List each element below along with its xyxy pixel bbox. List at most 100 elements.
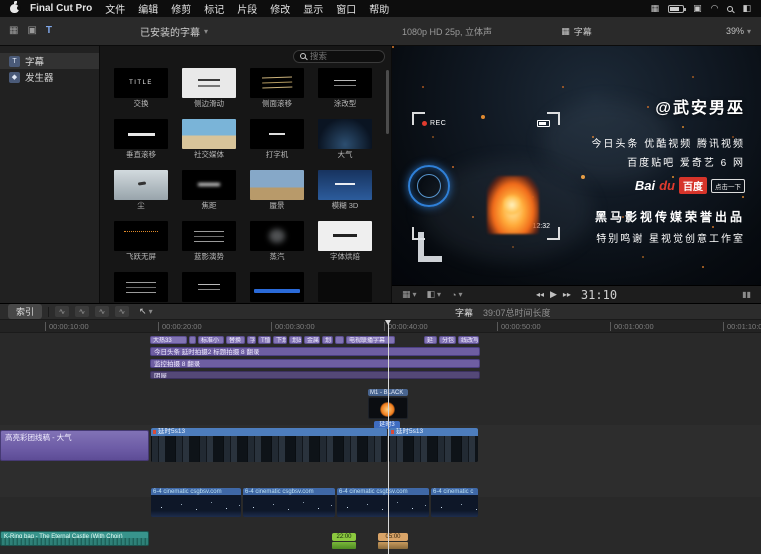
title-template[interactable]: 社交媒体	[182, 119, 236, 159]
title-template[interactable]	[114, 272, 168, 303]
title-clip[interactable]	[189, 336, 196, 344]
zoom-control[interactable]: 39% ▾	[592, 26, 751, 36]
title-template[interactable]	[182, 272, 236, 303]
skip-back-button[interactable]: ◂◂	[536, 290, 544, 299]
storyline-clip[interactable]: 监控拍摄 8 翻录	[150, 359, 480, 368]
timeline-tracks[interactable]: 大热33标准小替换字T恤下划划出金属划电视联播字幕延分包线改写分今日头条 延时拍…	[0, 333, 761, 554]
storyline-clip[interactable]: 今日头条 延时拍摄2 标题拍摄 8 翻录	[150, 347, 480, 356]
control-center-icon[interactable]: ◧	[742, 4, 751, 13]
photos-audio-icon[interactable]: ▣	[27, 26, 36, 36]
fcp-window: Final Cut Pro 文件编辑修剪标记片段修改显示窗口帮助 ▦ ▣ ◠ ◧ ▦ …	[0, 0, 761, 554]
display-icon[interactable]: ▦	[651, 4, 660, 13]
title-template[interactable]: 侧边滑动	[182, 68, 236, 108]
menu-item[interactable]: 标记	[204, 1, 224, 16]
appearance-icon-3[interactable]: ∿	[95, 306, 109, 317]
wifi-icon[interactable]: ◠	[711, 4, 719, 13]
title-clip[interactable]: 分包	[439, 336, 456, 344]
video-clip[interactable]: 延时5s13	[389, 428, 478, 462]
title-clip[interactable]: 下划	[273, 336, 287, 344]
appearance-icon-1[interactable]: ∿	[55, 306, 69, 317]
title-clip[interactable]: 延	[424, 336, 437, 344]
title-template[interactable]: 模糊 3D	[318, 170, 372, 210]
primary-title-clip[interactable]: 高亮彩团线稿 - 大气	[0, 430, 149, 461]
title-template[interactable]	[250, 272, 304, 303]
skip-forward-button[interactable]: ▸▸	[563, 290, 571, 299]
menu-item[interactable]: 文件	[105, 1, 125, 16]
template-name: 蒸汽	[250, 252, 304, 261]
title-clip[interactable]: 划	[322, 336, 333, 344]
menu-item[interactable]: 片段	[237, 1, 257, 16]
title-template[interactable]: 打字机	[250, 119, 304, 159]
connected-video-thumbnail	[337, 495, 429, 517]
mini-clip[interactable]	[378, 542, 408, 549]
menu-item[interactable]: 修改	[270, 1, 290, 16]
playhead[interactable]	[388, 320, 389, 554]
title-clip[interactable]: 标准小	[198, 336, 224, 344]
viewer-tab[interactable]: ▦ 字幕	[561, 25, 592, 38]
title-clip[interactable]: 金属	[304, 336, 320, 344]
title-template[interactable]: 涂改型	[318, 68, 372, 108]
storyline-clip[interactable]: 阴屋	[150, 371, 480, 379]
title-clip[interactable]: 大热33	[150, 336, 187, 344]
title-clip[interactable]: 字	[247, 336, 256, 344]
audio-meters-icon[interactable]: ▮▮	[742, 290, 751, 299]
menu-item[interactable]: 窗口	[336, 1, 356, 16]
connected-video-clip[interactable]: 6-4 cinematic csgbsv.com	[151, 488, 241, 517]
menu-item[interactable]: 编辑	[138, 1, 158, 16]
generators-icon: ◆	[9, 72, 20, 83]
appearance-icon-2[interactable]: ∿	[75, 306, 89, 317]
search-field[interactable]	[293, 50, 385, 63]
sidebar-item-发生器[interactable]: ◆发生器	[0, 69, 99, 85]
template-thumbnail	[318, 119, 372, 149]
title-template[interactable]: 大气	[318, 119, 372, 159]
title-template[interactable]: 侧面滚移	[250, 68, 304, 108]
title-template[interactable]: 焦距	[182, 170, 236, 210]
title-template[interactable]: 尘	[114, 170, 168, 210]
browser-scrollbar[interactable]	[386, 70, 389, 134]
tool-menu[interactable]: ↖▾	[139, 306, 153, 317]
apple-menu-icon[interactable]	[10, 4, 19, 13]
duration-badge: 22:00	[332, 533, 356, 541]
title-clip[interactable]: T恤	[258, 336, 271, 344]
play-button[interactable]: ▶	[550, 289, 557, 300]
mini-clip[interactable]	[332, 542, 356, 549]
input-source-icon[interactable]: ▣	[693, 4, 702, 13]
title-clip[interactable]: 线改写分	[458, 336, 479, 344]
menu-item[interactable]: 帮助	[369, 1, 389, 16]
media-sidebar-icon[interactable]: ▦	[9, 26, 18, 36]
viewer-canvas[interactable]: REC 12:32 @武安男巫 今日头条 优酷视频 腾讯视频 百度贴吧 爱奇艺 …	[392, 46, 761, 285]
title-clip[interactable]: 划出	[289, 336, 302, 344]
title-clip[interactable]	[335, 336, 344, 344]
thanks-credit-line: 特别鸣谢 星视觉创意工作室	[591, 230, 745, 245]
app-menu[interactable]: Final Cut Pro	[30, 3, 92, 14]
search-input[interactable]	[310, 51, 370, 61]
search-icon[interactable]	[727, 6, 733, 12]
timeline-ruler[interactable]: 00:00:10:0000:00:20:0000:00:30:0000:00:4…	[0, 320, 761, 333]
title-template[interactable]: 字体烘焙	[318, 221, 372, 261]
title-clip[interactable]: 替换	[226, 336, 245, 344]
title-template[interactable]: 蜃景	[250, 170, 304, 210]
titles-generators-icon[interactable]: T	[46, 26, 52, 36]
music-clip[interactable]: K-Ring bag - The Eternal Castle (With Ch…	[0, 531, 149, 546]
appearance-icon-4[interactable]: ∿	[115, 306, 129, 317]
title-template[interactable]: 飞跃无屏	[114, 221, 168, 261]
browser-title[interactable]: 已安装的字幕	[140, 24, 200, 39]
menu-item[interactable]: 修剪	[171, 1, 191, 16]
title-template[interactable]: 蒸汽	[250, 221, 304, 261]
sidebar-item-字幕[interactable]: T字幕	[0, 53, 99, 69]
title-template[interactable]: TITLE交换	[114, 68, 168, 108]
connected-video-clip[interactable]: 6-4 cinematic csgbsv.com	[337, 488, 429, 517]
title-template[interactable]	[318, 272, 372, 303]
template-name: 社交媒体	[182, 150, 236, 159]
index-button[interactable]: 索引	[8, 304, 42, 319]
battery-icon[interactable]	[668, 5, 684, 13]
connected-video-thumbnail	[151, 495, 241, 517]
video-clip[interactable]: 延时5s13	[151, 428, 387, 462]
title-template[interactable]: 垂直滚移	[114, 119, 168, 159]
menu-item[interactable]: 显示	[303, 1, 323, 16]
template-thumbnail	[182, 272, 236, 302]
connected-video-clip[interactable]: 6-4 cinematic c	[431, 488, 478, 517]
connected-video-clip[interactable]: 6-4 cinematic csgbsv.com	[243, 488, 335, 517]
title-template[interactable]: 蓝影演势	[182, 221, 236, 261]
titles-icon: T	[9, 56, 20, 67]
